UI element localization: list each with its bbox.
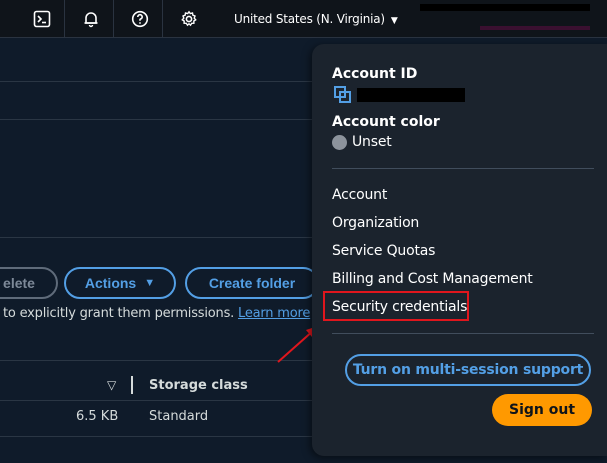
table-row-divider [0,436,312,437]
sign-out-button[interactable]: Sign out [492,394,592,426]
storage-class-header[interactable]: Storage class [149,378,248,393]
bell-icon[interactable] [68,0,114,38]
account-menu: Account ID Account color Unset Account O… [312,44,607,456]
learn-more-link[interactable]: Learn more [238,306,310,321]
region-label: United States (N. Virginia) [234,12,385,26]
overview-panel [0,120,312,238]
object-storage-class: Standard [149,409,209,424]
actions-button-label: Actions [84,275,137,291]
menu-item-billing[interactable]: Billing and Cost Management [332,271,533,287]
color-swatch [332,135,347,150]
region-selector[interactable]: United States (N. Virginia) ▼ [234,12,398,26]
help-icon[interactable] [117,0,163,38]
actions-button[interactable]: Actions ▼ [64,267,176,299]
sign-out-label: Sign out [508,402,576,418]
menu-item-account[interactable]: Account [332,187,387,203]
table-top-border [0,360,312,361]
sort-icon[interactable]: ▽ [107,378,116,392]
caret-down-icon: ▼ [144,277,156,289]
redacted-account-id [357,88,465,102]
delete-button-label: elete [3,275,35,291]
copy-icon[interactable] [334,86,352,109]
account-id-label: Account ID [332,66,418,82]
chevron-down-icon: ▼ [390,16,398,26]
menu-divider [332,168,594,169]
menu-divider [332,333,594,334]
account-color-label: Account color [332,114,440,130]
permissions-notice: to explicitly grant them permissions. Le… [3,306,319,321]
multi-session-label: Turn on multi-session support [352,362,584,378]
object-size: 6.5 KB [76,409,119,424]
top-navigation: United States (N. Virginia) ▼ [0,0,607,38]
redacted-account-underline [480,26,590,30]
create-folder-label: Create folder [208,275,296,291]
redacted-account-name [420,4,590,11]
table-header-divider [0,400,312,401]
account-color-value: Unset [352,134,392,150]
menu-item-service-quotas[interactable]: Service Quotas [332,243,435,259]
multi-session-button[interactable]: Turn on multi-session support [345,354,591,386]
header-strip [0,38,312,82]
menu-item-organization[interactable]: Organization [332,215,419,231]
delete-button[interactable]: elete [0,267,58,299]
column-resizer[interactable] [131,376,133,394]
cloudshell-icon[interactable] [19,0,65,38]
gear-icon[interactable] [166,0,212,38]
breadcrumb-strip [0,82,312,120]
permissions-text: to explicitly grant them permissions. [3,306,235,321]
highlight-box [323,291,469,321]
create-folder-button[interactable]: Create folder [185,267,319,299]
